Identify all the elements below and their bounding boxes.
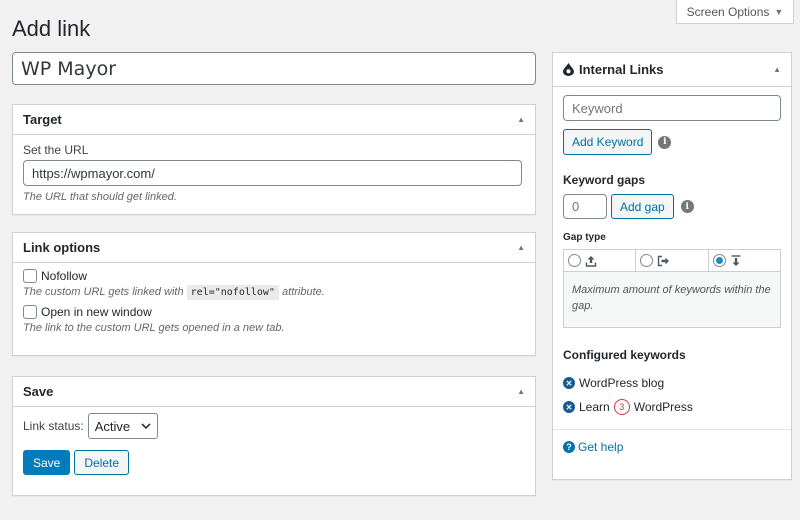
link-status-value: Active — [94, 418, 131, 434]
gap-type-option-3[interactable] — [709, 250, 780, 271]
page-title: Add link — [12, 16, 91, 41]
configured-keywords-label: Configured keywords — [563, 348, 686, 362]
nofollow-checkbox[interactable] — [23, 269, 37, 283]
configured-keyword-row: ✕ Learn 3 WordPress — [563, 399, 781, 415]
configured-keyword-row: ✕ WordPress blog — [563, 376, 781, 390]
internal-links-header[interactable]: Internal Links ▲ — [553, 53, 791, 87]
collapse-arrow-icon[interactable]: ▲ — [517, 387, 525, 396]
collapse-arrow-icon[interactable]: ▲ — [773, 65, 781, 74]
remove-keyword-icon[interactable]: ✕ — [563, 401, 575, 413]
gap-input[interactable]: 0 — [563, 194, 607, 219]
target-box: Target ▲ Set the URL https://wpmayor.com… — [12, 104, 536, 215]
target-box-header[interactable]: Target ▲ — [13, 105, 535, 135]
save-box-title: Save — [23, 384, 54, 399]
nofollow-desc-after: attribute. — [282, 286, 325, 298]
add-gap-button[interactable]: Add gap — [611, 194, 674, 219]
gap-type-option-1[interactable] — [564, 250, 637, 271]
new-window-label[interactable]: Open in new window — [41, 305, 152, 319]
keyword-text: WordPress blog — [579, 376, 665, 390]
remove-keyword-icon[interactable]: ✕ — [563, 377, 575, 389]
add-keyword-button[interactable]: Add Keyword — [563, 129, 653, 155]
caret-down-icon: ▼ — [774, 6, 784, 17]
url-description: The URL that should get linked. — [23, 191, 177, 203]
screen-options-button[interactable]: Screen Options ▼ — [676, 0, 794, 24]
keyword-input[interactable]: Keyword — [563, 95, 781, 121]
new-window-checkbox[interactable] — [23, 305, 37, 319]
download-icon — [731, 254, 741, 266]
keyword-text-before: Learn — [579, 400, 610, 414]
link-status-select[interactable]: Active — [87, 413, 158, 439]
gap-type-option-2[interactable] — [636, 250, 709, 271]
help-icon: ? — [563, 441, 575, 453]
gap-type-radio-2[interactable] — [640, 254, 654, 267]
gap-type-label: Gap type — [563, 232, 606, 243]
link-options-title: Link options — [23, 240, 101, 255]
keyword-gaps-label: Keyword gaps — [563, 173, 646, 187]
get-help-label: Get help — [578, 440, 624, 454]
nofollow-code: rel="nofollow" — [186, 285, 279, 300]
keyword-text-after: WordPress — [633, 400, 693, 414]
save-box-header[interactable]: Save ▲ — [13, 377, 535, 407]
droplet-logo-icon — [563, 63, 574, 76]
url-label: Set the URL — [23, 143, 89, 157]
screen-options-label: Screen Options — [686, 4, 770, 19]
gap-type-radio-1[interactable] — [568, 254, 581, 267]
upload-icon — [585, 255, 597, 267]
save-button[interactable]: Save — [23, 450, 71, 475]
delete-button[interactable]: Delete — [74, 450, 130, 475]
get-help-link[interactable]: ? Get help — [563, 440, 781, 454]
nofollow-desc-before: The custom URL gets linked with — [23, 286, 184, 298]
gap-description: Maximum amount of keywords within the ga… — [572, 284, 771, 312]
new-window-description: The link to the custom URL gets opened i… — [23, 322, 285, 334]
collapse-arrow-icon[interactable]: ▲ — [517, 115, 525, 124]
info-icon[interactable]: i — [680, 200, 694, 213]
link-status-label: Link status: — [23, 419, 84, 433]
exit-icon — [658, 255, 670, 266]
link-options-box: Link options ▲ Nofollow The custom URL g… — [12, 232, 536, 356]
chevron-down-icon — [141, 422, 151, 429]
internal-links-title: Internal Links — [579, 62, 664, 77]
internal-links-box: Internal Links ▲ Keyword Add Keyword i K… — [552, 52, 792, 480]
link-options-header[interactable]: Link options ▲ — [13, 233, 535, 263]
url-input[interactable]: https://wpmayor.com/ — [23, 160, 522, 186]
target-box-title: Target — [23, 112, 62, 127]
gap-type-table: Maximum amount of keywords within the ga… — [563, 249, 781, 328]
gap-type-radio-3[interactable] — [712, 254, 726, 267]
info-icon[interactable]: i — [658, 135, 672, 149]
collapse-arrow-icon[interactable]: ▲ — [517, 243, 525, 252]
nofollow-label[interactable]: Nofollow — [41, 269, 87, 283]
save-box: Save ▲ Link status: Active Save Delete — [12, 376, 536, 496]
gap-count-badge: 3 — [613, 399, 630, 415]
link-title-input[interactable]: WP Mayor — [12, 52, 536, 85]
